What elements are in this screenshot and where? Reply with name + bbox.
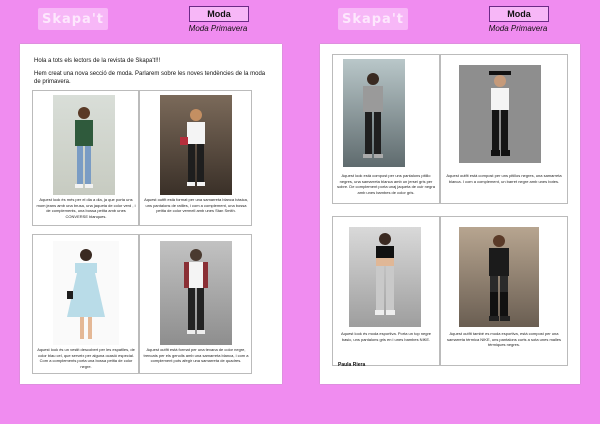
intro-text: Hem creat una nova secció de moda. Parla…: [34, 71, 266, 85]
outfit-cell-1: Aquest look és més per el dia a dia, ja …: [32, 90, 139, 226]
outfit-caption-8: Aquest outfit també es moda esportiva, e…: [446, 331, 562, 347]
outfit-caption-6: Aquest outfit està compost per uns pitil…: [446, 173, 562, 184]
magazine-page-1: Hola a tots els lectors de la revista de…: [20, 44, 282, 384]
outfit-caption-4: Aquest outfit està format per una texana…: [143, 347, 249, 363]
outfit-photo-5: [343, 59, 405, 167]
section-label-left: Moda: [189, 6, 249, 22]
outfit-photo-8: [459, 227, 539, 327]
outfit-caption-5: Aquest look està compost per uns pantalo…: [337, 173, 435, 195]
outfit-photo-6: [459, 65, 541, 163]
outfit-photo-4: [160, 241, 232, 345]
outfit-photo-1: [53, 95, 115, 195]
section-label-right: Moda: [489, 6, 549, 22]
section-subtitle-left: Moda Primavera: [188, 24, 248, 33]
outfit-cell-6: Aquest outfit està compost per uns pitil…: [440, 54, 568, 204]
outfit-photo-2: [160, 95, 232, 195]
author-name: Paula Riera: [338, 362, 366, 368]
outfit-caption-3: Aquest look és un vestit descobert per l…: [37, 347, 135, 369]
outfit-cell-4: Aquest outfit està format per una texana…: [139, 234, 252, 374]
outfit-cell-7: Aquest look és moda esportiva. Porta un …: [332, 216, 440, 366]
outfit-photo-3: [53, 241, 119, 345]
outfit-cell-8: Aquest outfit també es moda esportiva, e…: [440, 216, 568, 366]
outfit-photo-7: [349, 227, 421, 327]
magazine-page-2: Aquest look està compost per uns pantalo…: [320, 44, 580, 384]
outfit-cell-5: Aquest look està compost per uns pantalo…: [332, 54, 440, 204]
outfit-cell-2: Aquest outfit està format per una samarr…: [139, 90, 252, 226]
skapat-logo-left: Skapa't: [38, 8, 108, 30]
outfit-caption-1: Aquest look és més per el dia a dia, ja …: [36, 197, 136, 219]
outfit-caption-7: Aquest look és moda esportiva. Porta un …: [340, 331, 432, 342]
outfit-cell-3: Aquest look és un vestit descobert per l…: [32, 234, 139, 374]
skapat-logo-right: Skapa't: [338, 8, 408, 30]
greeting-text: Hola a tots els lectors de la revista de…: [34, 58, 161, 64]
outfit-caption-2: Aquest outfit està format per una samarr…: [144, 197, 248, 213]
section-subtitle-right: Moda Primavera: [488, 24, 548, 33]
